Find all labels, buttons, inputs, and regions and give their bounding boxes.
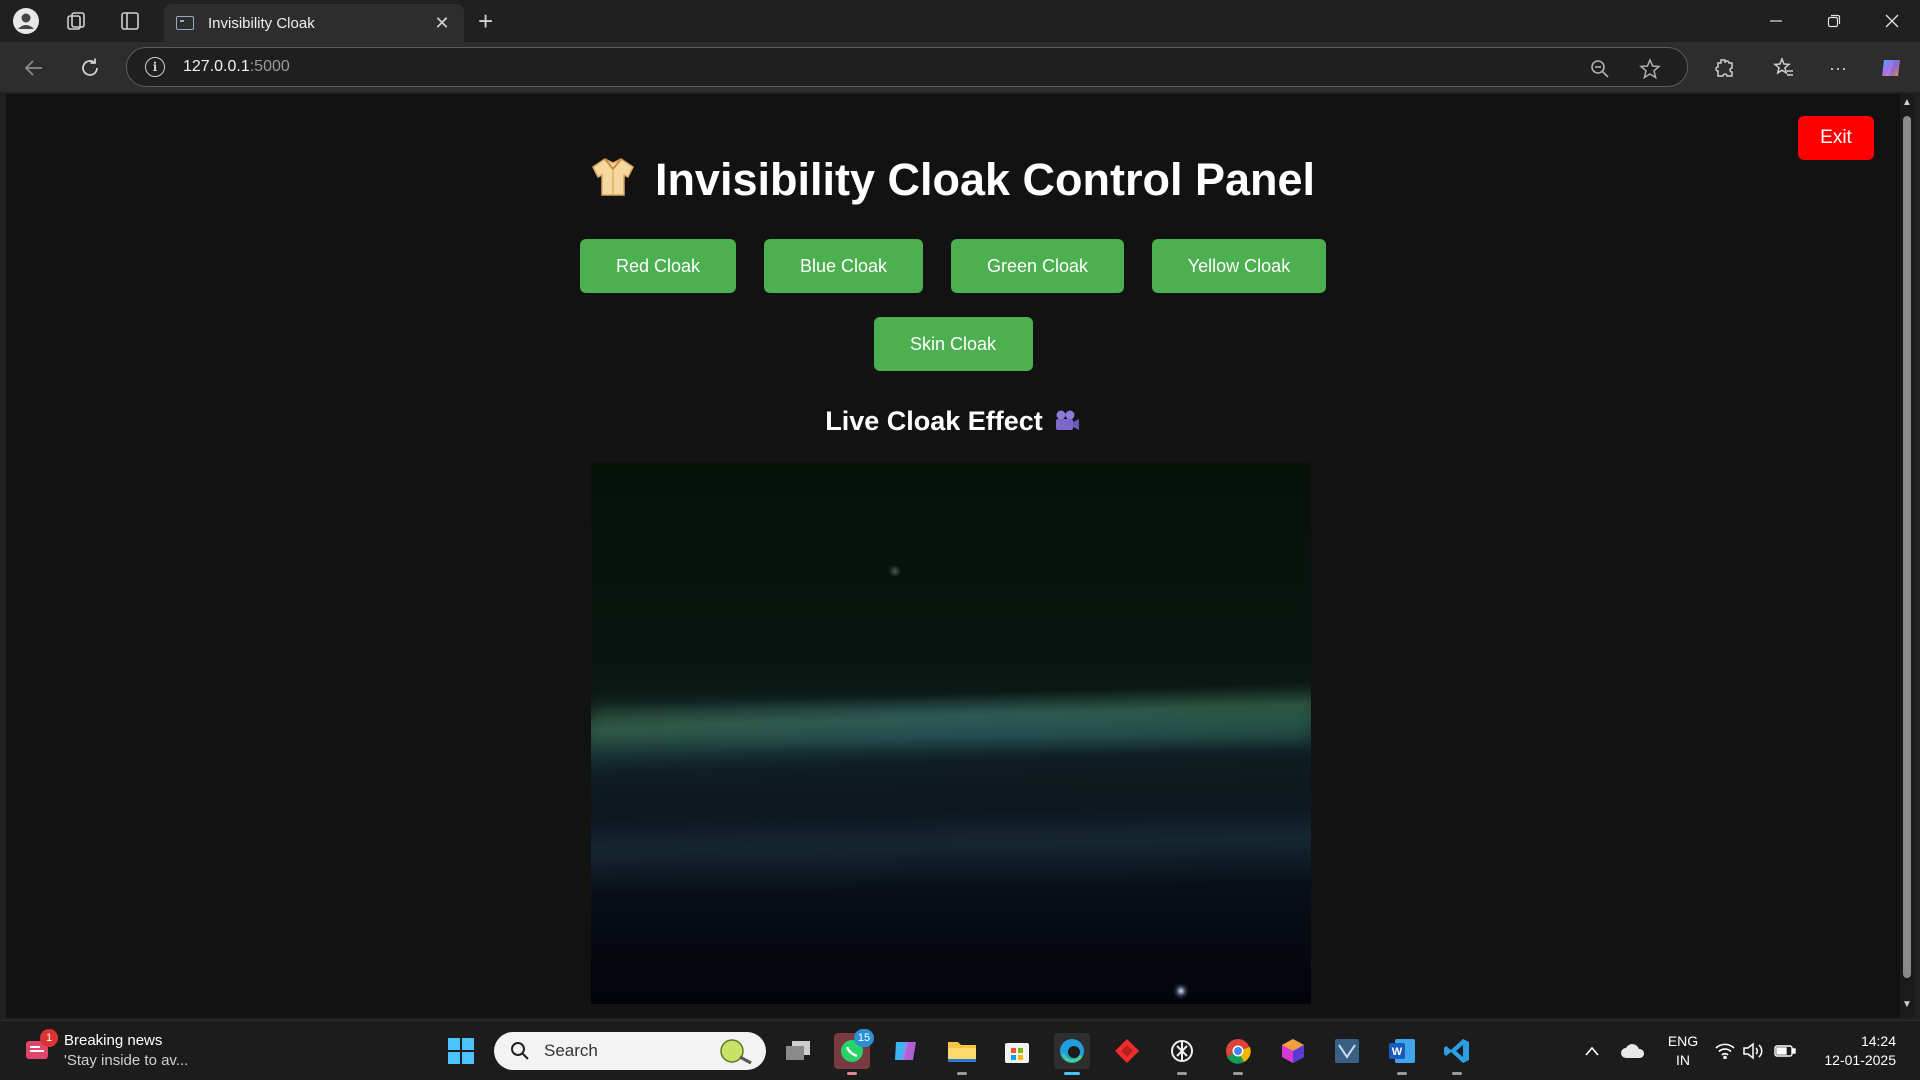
vscode-icon[interactable] [1439,1033,1475,1075]
close-tab-icon[interactable]: ✕ [432,13,452,34]
start-icon[interactable] [443,1033,479,1069]
search-label: Search [544,1041,598,1060]
tab-title: Invisibility Cloak [208,14,315,32]
copilot-app-icon[interactable] [888,1033,924,1069]
whatsapp-icon[interactable]: 15 [834,1029,874,1075]
yellow-cloak-button[interactable]: Yellow Cloak [1152,239,1326,293]
terminal-favicon-icon [176,16,194,30]
page-scrollbar[interactable]: ▲ ▼ [1900,94,1914,1018]
page-viewport: Exit Invisibility Cloak Control Panel Re… [6,94,1900,1018]
news-title[interactable]: Breaking news [64,1032,162,1049]
wifi-icon[interactable] [1710,1033,1740,1069]
favorites-icon[interactable] [1768,52,1800,84]
search-icon [511,1042,529,1060]
browser-tab[interactable]: Invisibility Cloak ✕ [164,4,464,42]
language-code: ENG [1667,1033,1699,1049]
site-info-icon[interactable]: i [145,57,165,77]
browser-tab-strip: Invisibility Cloak ✕ + [0,0,1920,42]
minimize-icon[interactable] [1756,6,1796,36]
more-options-icon[interactable]: ··· [1822,52,1854,84]
workspaces-icon[interactable] [62,7,90,35]
microsoft-store-icon[interactable] [999,1033,1035,1069]
extensions-icon[interactable] [1708,52,1740,84]
news-badge: 1 [40,1029,58,1047]
live-effect-title: Live Cloak Effect [6,406,1900,437]
blue-cloak-button[interactable]: Blue Cloak [764,239,923,293]
scroll-down-icon[interactable]: ▼ [1902,1000,1912,1010]
power-bi-icon[interactable] [1275,1033,1311,1069]
file-explorer-icon[interactable] [944,1033,980,1075]
refresh-icon[interactable] [74,52,106,84]
system-clock[interactable]: 14:24 12-01-2025 [1816,1032,1896,1070]
address-bar[interactable]: i 127.0.0.1:5000 [126,47,1688,87]
anydesk-icon[interactable] [1109,1033,1145,1069]
language-region: IN [1676,1052,1690,1068]
shirt-icon [591,156,635,196]
chrome-icon[interactable] [1220,1033,1256,1075]
url-host: 127.0.0.1 [183,58,250,75]
show-hidden-icons-chevron-icon[interactable] [1574,1033,1610,1069]
video-blur-band [591,703,1311,743]
url-port: :5000 [249,58,290,75]
favorite-star-icon[interactable] [1637,56,1663,82]
scroll-up-icon[interactable]: ▲ [1902,98,1912,108]
volume-icon[interactable] [1738,1033,1768,1069]
live-video-feed [591,463,1311,1004]
navigation-bar: i 127.0.0.1:5000 ··· [0,42,1920,92]
news-subtitle[interactable]: 'Stay inside to av... [64,1052,188,1069]
taskbar-search[interactable]: Search [494,1032,766,1070]
scroll-thumb[interactable] [1903,116,1911,978]
red-cloak-button[interactable]: Red Cloak [580,239,736,293]
vertical-tabs-icon[interactable] [116,7,144,35]
movie-camera-icon [1053,409,1081,433]
page-title-text: Invisibility Cloak Control Panel [654,154,1316,205]
chatgpt-icon[interactable] [1164,1033,1200,1075]
whatsapp-badge: 15 [854,1029,874,1047]
profile-icon[interactable] [12,7,40,35]
cloak-button-row-2: Skin Cloak [6,317,1900,371]
copilot-icon[interactable] [1876,52,1908,84]
page-title: Invisibility Cloak Control Panel [6,154,1900,206]
green-cloak-button[interactable]: Green Cloak [951,239,1124,293]
new-tab-icon[interactable]: + [478,8,493,34]
language-indicator[interactable]: ENG IN [1666,1032,1700,1070]
battery-icon[interactable] [1770,1033,1800,1069]
cloak-button-row-1: Red Cloak Blue Cloak Green Cloak Yellow … [6,239,1900,293]
task-view-icon[interactable] [780,1033,816,1069]
clock-date: 12-01-2025 [1824,1052,1896,1068]
skin-cloak-button[interactable]: Skin Cloak [873,317,1033,371]
search-highlight-icon [720,1039,752,1065]
zoom-out-icon[interactable] [1587,56,1613,82]
back-icon[interactable] [18,52,50,84]
live-effect-title-text: Live Cloak Effect [825,406,1043,436]
mysql-workbench-icon[interactable] [1329,1033,1365,1069]
edge-icon[interactable] [1054,1033,1090,1075]
clock-time: 14:24 [1860,1033,1896,1049]
close-window-icon[interactable] [1872,6,1912,36]
onedrive-cloud-icon[interactable] [1616,1033,1650,1069]
word-icon[interactable]: W [1384,1033,1420,1075]
svg-text:W: W [1392,1046,1403,1058]
taskbar: 1 Breaking news 'Stay inside to av... Se… [0,1020,1920,1080]
restore-icon[interactable] [1814,6,1854,36]
